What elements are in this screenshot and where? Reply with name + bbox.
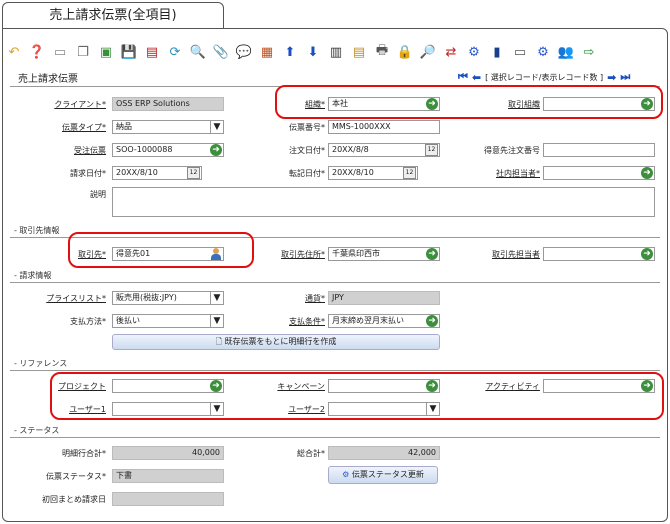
first-inv-field xyxy=(112,492,224,506)
cust-order-field[interactable] xyxy=(543,143,655,157)
payterm-label[interactable]: 支払条件* xyxy=(225,316,325,327)
people-icon[interactable]: 👥 xyxy=(556,42,576,62)
sales-rep-field[interactable]: ➜ xyxy=(543,166,655,180)
section-reference[interactable]: - リファレンス xyxy=(14,358,67,369)
section-invoice[interactable]: - 請求情報 xyxy=(14,270,51,281)
document-icon: 🗋 xyxy=(215,337,225,346)
highlight-reference xyxy=(50,372,664,420)
pricelist-label[interactable]: プライスリスト* xyxy=(6,293,106,304)
doc-status-label: 伝票ステータス* xyxy=(46,472,106,481)
bp-contact-field[interactable]: ➜ xyxy=(543,247,655,261)
window-tab[interactable]: 売上請求伝票(全項目) xyxy=(2,2,224,28)
currency-label[interactable]: 通貨* xyxy=(225,293,325,304)
highlight-bp xyxy=(68,232,254,268)
calendar-icon[interactable]: 12 xyxy=(187,167,200,179)
doc-status-field: 下書 xyxy=(112,469,224,483)
payrule-select[interactable]: 後払い ▼ xyxy=(112,314,224,328)
bp-contact-label[interactable]: 取引先担当者 xyxy=(440,249,540,260)
copy-icon[interactable]: ❐ xyxy=(73,42,93,62)
select-arrow-icon[interactable]: ➜ xyxy=(210,144,222,156)
divider xyxy=(10,282,660,283)
export-icon[interactable]: ⇨ xyxy=(579,42,599,62)
grand-total-label: 総合計* xyxy=(297,449,325,458)
payterm-field[interactable]: 月末締め翌月末払い ➜ xyxy=(328,314,440,328)
page-title: 売上請求伝票 xyxy=(18,74,78,85)
workflow-icon[interactable]: ⚙ xyxy=(464,42,484,62)
doc-type-select[interactable]: 納品 ▼ xyxy=(112,120,224,134)
next-record-icon[interactable]: ➡ xyxy=(607,71,616,84)
doc-no-label: 伝票番号* xyxy=(289,123,325,132)
order-date-label: 注文日付* xyxy=(289,146,325,155)
order-label[interactable]: 受注伝票 xyxy=(6,145,106,156)
inv-date-label: 請求日付* xyxy=(70,169,106,178)
payrule-label: 支払方法* xyxy=(70,317,106,326)
find-icon[interactable]: 🔍 xyxy=(188,42,208,62)
chat-icon[interactable]: 💬 xyxy=(234,42,254,62)
doc-no-field[interactable]: MMS-1000XXX xyxy=(328,120,440,134)
help-icon[interactable]: ❓ xyxy=(27,42,47,62)
undo-icon[interactable]: ↶ xyxy=(4,42,24,62)
print-icon[interactable]: 🖶 xyxy=(372,42,392,62)
new-icon[interactable]: ▭ xyxy=(50,42,70,62)
select-arrow-icon[interactable]: ➜ xyxy=(641,248,653,260)
move-icon[interactable]: ⇄ xyxy=(441,42,461,62)
record-navigator: ⏮ ⬅ [ 選択レコード/表示レコード数 ] ➡ ⏭ xyxy=(458,70,630,84)
doc-type-label[interactable]: 伝票タイプ* xyxy=(6,122,106,133)
delete-icon[interactable]: ▣ xyxy=(96,42,116,62)
section-status[interactable]: - ステータス xyxy=(14,425,59,436)
doc-status-update-button[interactable]: ⚙ 伝票ステータス更新 xyxy=(328,466,438,484)
pricelist-select[interactable]: 販売用(税抜:JPY) ▼ xyxy=(112,291,224,305)
acct-date-label: 転記日付* xyxy=(289,169,325,178)
section-partner[interactable]: - 取引先情報 xyxy=(14,225,59,236)
archive-icon[interactable]: ▮ xyxy=(487,42,507,62)
save-icon[interactable]: 💾 xyxy=(119,42,139,62)
desc-label: 説明 xyxy=(90,190,106,199)
line-total-label: 明細行合計* xyxy=(62,449,106,458)
gear-icon[interactable]: ⚙ xyxy=(533,42,553,62)
record-count: [ 選択レコード/表示レコード数 ] xyxy=(485,72,604,82)
history-icon[interactable]: ▥ xyxy=(326,42,346,62)
select-arrow-icon[interactable]: ➜ xyxy=(641,167,653,179)
order-date-field[interactable]: 20XX/8/8 12 xyxy=(328,143,440,157)
calendar-icon[interactable]: 12 xyxy=(425,144,438,156)
toolbar: ↶ ❓ ▭ ❐ ▣ 💾 ▤ ⟳ 🔍 📎 💬 ▦ ⬆ ⬇ ▥ ▤ 🖶 🔒 🔎 ⇄ … xyxy=(4,38,599,66)
bp-loc-field[interactable]: 千葉県印西市 ➜ xyxy=(328,247,440,261)
divider xyxy=(10,437,660,438)
save-new-icon[interactable]: ▤ xyxy=(142,42,162,62)
first-inv-label: 初回まとめ請求日 xyxy=(42,495,106,504)
select-arrow-icon[interactable]: ➜ xyxy=(426,315,438,327)
attach-icon[interactable]: 📎 xyxy=(211,42,231,62)
line-total-field: 40,000 xyxy=(112,446,224,460)
chevron-down-icon[interactable]: ▼ xyxy=(210,292,223,304)
acct-date-field[interactable]: 20XX/8/10 12 xyxy=(328,166,418,180)
sales-rep-label[interactable]: 社内担当者* xyxy=(440,168,540,179)
refresh-icon[interactable]: ⟳ xyxy=(165,42,185,62)
select-arrow-icon[interactable]: ➜ xyxy=(426,248,438,260)
order-field[interactable]: SOO-1000088 ➜ xyxy=(112,143,224,157)
chevron-down-icon[interactable]: ▼ xyxy=(210,121,223,133)
chevron-down-icon[interactable]: ▼ xyxy=(210,315,223,327)
client-label[interactable]: クライアント* xyxy=(6,99,106,110)
highlight-org xyxy=(275,85,663,119)
first-record-icon[interactable]: ⏮ xyxy=(458,70,468,84)
client-field: OSS ERP Solutions xyxy=(112,97,224,111)
down-icon[interactable]: ⬇ xyxy=(303,42,323,62)
last-record-icon[interactable]: ⏭ xyxy=(620,70,630,84)
calendar-icon[interactable]: 12 xyxy=(403,167,416,179)
report-icon[interactable]: ▤ xyxy=(349,42,369,62)
grid-icon[interactable]: ▦ xyxy=(257,42,277,62)
currency-field: JPY xyxy=(328,291,440,305)
copy-lines-button[interactable]: 🗋 既存伝票をもとに明細行を作成 xyxy=(112,334,440,350)
up-icon[interactable]: ⬆ xyxy=(280,42,300,62)
desc-textarea[interactable] xyxy=(112,187,655,217)
gear-icon: ⚙ xyxy=(342,470,352,479)
divider xyxy=(10,370,660,371)
grand-total-field: 42,000 xyxy=(328,446,440,460)
inv-date-field[interactable]: 20XX/8/10 12 xyxy=(112,166,202,180)
cust-order-label: 得意先注文番号 xyxy=(484,146,540,155)
lock-icon[interactable]: 🔒 xyxy=(395,42,415,62)
zoom-icon[interactable]: 🔎 xyxy=(418,42,438,62)
product-icon[interactable]: ▭ xyxy=(510,42,530,62)
prev-record-icon[interactable]: ⬅ xyxy=(472,71,481,84)
